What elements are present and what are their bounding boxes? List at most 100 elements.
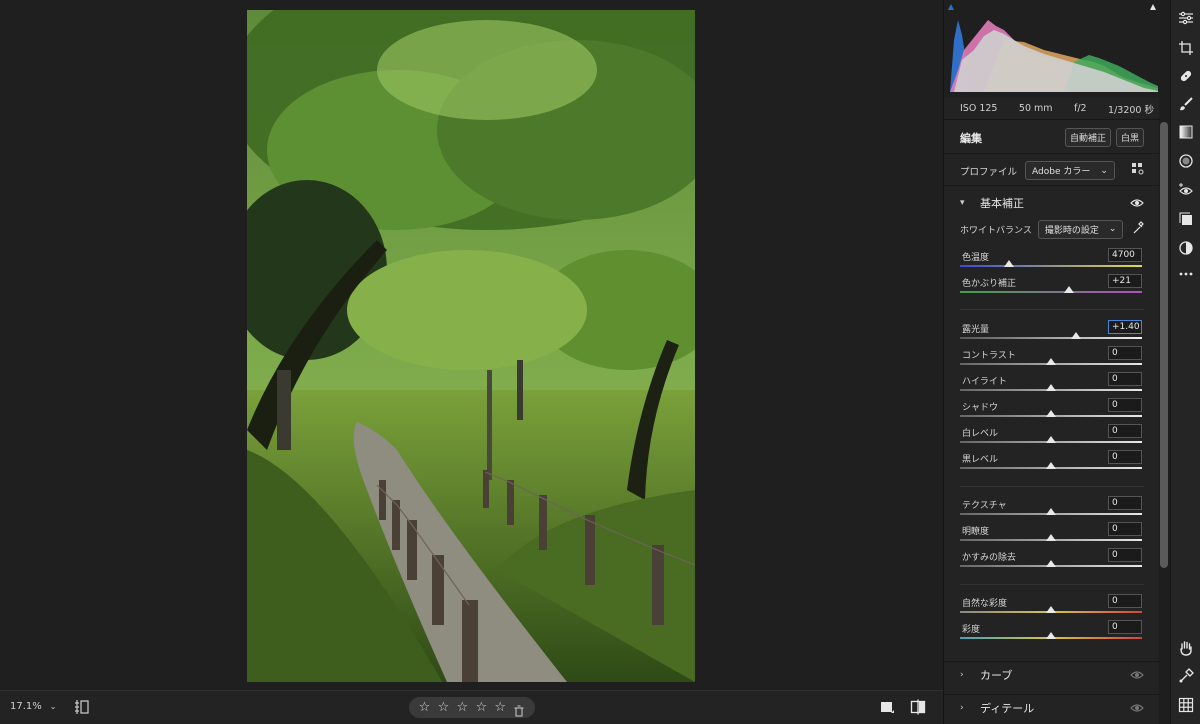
slider-temp-value[interactable]: 4700: [1108, 248, 1142, 262]
chevron-down-icon: ⌄: [1108, 224, 1117, 234]
slider-tint-value[interactable]: +21: [1108, 274, 1142, 288]
slider-dehaze-value[interactable]: 0: [1108, 548, 1142, 562]
detail-section-title: ディテール: [980, 701, 1035, 715]
profile-browser-icon[interactable]: [1132, 163, 1144, 178]
slider-temp-track[interactable]: [960, 265, 1142, 267]
red-eye-icon[interactable]: [1178, 182, 1194, 198]
slider-vibrance[interactable]: 自然な彩度 0: [960, 594, 1142, 622]
rating-star-2[interactable]: ☆: [438, 701, 450, 714]
slider-whites[interactable]: 白レベル 0: [960, 424, 1142, 452]
slider-texture-thumb[interactable]: [1046, 508, 1056, 515]
grid-icon[interactable]: [1178, 697, 1194, 713]
slider-exposure-value[interactable]: +1.40: [1108, 320, 1142, 334]
rating-star-5[interactable]: ☆: [494, 701, 506, 714]
slider-whites-thumb[interactable]: [1046, 436, 1056, 443]
slider-tint-thumb[interactable]: [1064, 286, 1075, 293]
brush-icon[interactable]: [1178, 96, 1194, 112]
slider-texture[interactable]: テクスチャ 0: [960, 496, 1142, 524]
white-balance-select[interactable]: 撮影時の設定 ⌄: [1037, 219, 1124, 239]
rating-star-4[interactable]: ☆: [475, 701, 487, 714]
adjust-icon[interactable]: [1178, 10, 1194, 26]
slider-whites-value[interactable]: 0: [1108, 424, 1142, 438]
slider-clarity[interactable]: 明瞭度 0: [960, 522, 1142, 550]
slider-saturation-value[interactable]: 0: [1108, 620, 1142, 634]
slider-dehaze[interactable]: かすみの除去 0: [960, 548, 1142, 576]
hand-icon[interactable]: [1178, 640, 1194, 656]
sampler-icon[interactable]: [1178, 668, 1194, 684]
zoom-select[interactable]: 17.1% ⌄: [10, 701, 56, 712]
slider-exposure-track[interactable]: [960, 337, 1142, 339]
divider: [960, 584, 1144, 585]
detail-section-header[interactable]: › ディテール: [944, 694, 1160, 720]
fullscreen-icon[interactable]: [879, 699, 895, 715]
trash-icon[interactable]: [513, 702, 525, 716]
chevron-down-icon: ⌄: [49, 702, 57, 711]
crop-icon[interactable]: [1178, 40, 1194, 56]
slider-temp-thumb[interactable]: [1004, 260, 1015, 267]
slider-contrast[interactable]: コントラスト 0: [960, 346, 1142, 374]
slider-highlights[interactable]: ハイライト 0: [960, 372, 1142, 400]
eye-icon[interactable]: [1130, 703, 1144, 713]
radial-gradient-icon[interactable]: [1178, 153, 1194, 169]
slider-contrast-thumb[interactable]: [1046, 358, 1056, 365]
slider-blacks-thumb[interactable]: [1046, 462, 1056, 469]
slider-clarity-thumb[interactable]: [1046, 534, 1056, 541]
slider-shadows[interactable]: シャドウ 0: [960, 398, 1142, 426]
filmstrip-toggle-icon[interactable]: [74, 698, 90, 716]
slider-highlights-value[interactable]: 0: [1108, 372, 1142, 386]
linear-gradient-icon[interactable]: [1178, 124, 1194, 140]
slider-tint[interactable]: 色かぶり補正 +21: [960, 274, 1142, 302]
slider-saturation-label: 彩度: [962, 625, 981, 635]
slider-temp[interactable]: 色温度 4700: [960, 248, 1142, 276]
eyedropper-icon[interactable]: [1132, 220, 1144, 238]
bw-button[interactable]: 白黒: [1115, 128, 1144, 147]
panel-scrollbar[interactable]: [1160, 122, 1168, 568]
eye-icon[interactable]: [1130, 198, 1144, 208]
slider-shadows-value[interactable]: 0: [1108, 398, 1142, 412]
slider-shadows-thumb[interactable]: [1046, 410, 1056, 417]
slider-highlights-label: ハイライト: [962, 377, 1007, 387]
rating-star-3[interactable]: ☆: [457, 701, 469, 714]
profile-row: プロファイル Adobe カラー ⌄: [944, 156, 1160, 186]
photo-canvas[interactable]: [0, 0, 943, 690]
exif-iso: ISO 125: [960, 103, 998, 114]
slider-exposure-thumb[interactable]: [1071, 332, 1082, 339]
tool-rail: [1170, 0, 1200, 724]
slider-blacks-value[interactable]: 0: [1108, 450, 1142, 464]
slider-texture-value[interactable]: 0: [1108, 496, 1142, 510]
before-after-icon[interactable]: [910, 699, 926, 715]
slider-clarity-value[interactable]: 0: [1108, 522, 1142, 536]
profile-select[interactable]: Adobe カラー ⌄: [1025, 161, 1115, 180]
slider-dehaze-thumb[interactable]: [1046, 560, 1056, 567]
chevron-right-icon: ›: [960, 702, 964, 713]
auto-button[interactable]: 自動補正: [1064, 128, 1111, 147]
curve-section-header[interactable]: › カーブ: [944, 661, 1160, 687]
slider-contrast-value[interactable]: 0: [1108, 346, 1142, 360]
profile-label: プロファイル: [960, 166, 1018, 178]
slider-saturation-thumb[interactable]: [1046, 632, 1056, 639]
curve-section-title: カーブ: [980, 668, 1013, 682]
presets-icon[interactable]: [1178, 211, 1194, 227]
basic-section-header[interactable]: ▾ 基本補正: [944, 190, 1160, 216]
photo-preview[interactable]: [247, 10, 695, 682]
mask-icon[interactable]: [1178, 240, 1194, 256]
eye-icon[interactable]: [1130, 670, 1144, 680]
slider-highlights-thumb[interactable]: [1046, 384, 1056, 391]
slider-vibrance-thumb[interactable]: [1046, 606, 1056, 613]
heal-icon[interactable]: [1178, 68, 1194, 84]
chevron-right-icon: ›: [960, 669, 964, 680]
slider-tint-label: 色かぶり補正: [962, 279, 1017, 289]
rating-star-1[interactable]: ☆: [419, 701, 431, 714]
slider-texture-label: テクスチャ: [962, 501, 1007, 511]
more-icon[interactable]: [1178, 266, 1194, 282]
slider-blacks-label: 黒レベル: [962, 455, 999, 465]
slider-exposure[interactable]: 露光量 +1.40: [960, 320, 1142, 348]
slider-contrast-label: コントラスト: [962, 351, 1016, 361]
slider-blacks[interactable]: 黒レベル 0: [960, 450, 1142, 478]
slider-temp-label: 色温度: [962, 253, 990, 263]
exif-aperture: f/2: [1074, 103, 1087, 114]
slider-tint-track[interactable]: [960, 291, 1142, 293]
exif-focal: 50 mm: [1018, 103, 1053, 114]
slider-saturation[interactable]: 彩度 0: [960, 620, 1142, 648]
slider-vibrance-value[interactable]: 0: [1108, 594, 1142, 608]
